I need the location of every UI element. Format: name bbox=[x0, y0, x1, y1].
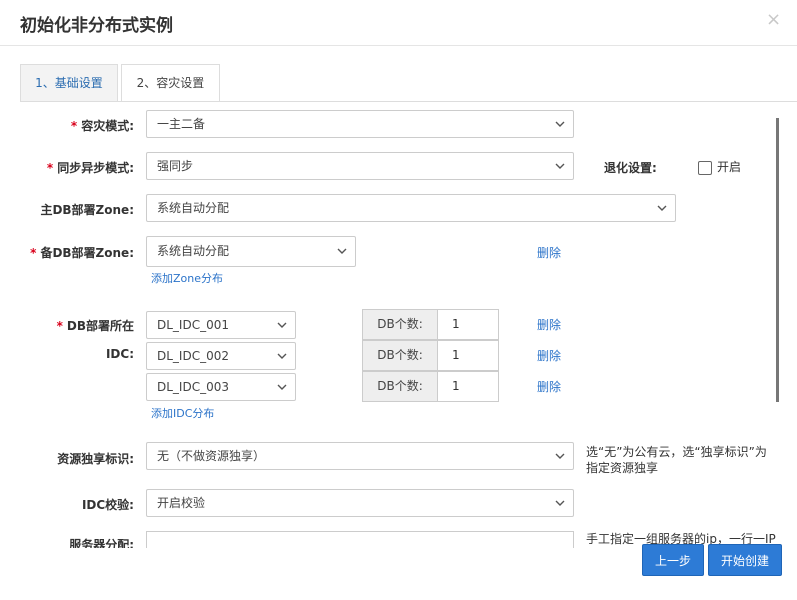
master-zone-select[interactable]: 系统自动分配 bbox=[146, 194, 676, 222]
standby-zone-select[interactable]: 系统自动分配 bbox=[146, 236, 356, 267]
close-icon[interactable]: × bbox=[766, 10, 781, 30]
sync-mode-label: * 同步异步模式: bbox=[46, 161, 134, 175]
standby-zone-delete-link[interactable]: 删除 bbox=[537, 244, 561, 261]
degrade-checkbox[interactable] bbox=[698, 161, 712, 175]
chevron-down-icon bbox=[555, 153, 567, 179]
add-idc-link[interactable]: 添加IDC分布 bbox=[151, 405, 214, 421]
chevron-down-icon bbox=[337, 237, 349, 266]
required-mark: * bbox=[70, 119, 78, 133]
idc-delete-link-1[interactable]: 删除 bbox=[537, 316, 561, 333]
idc-select-1[interactable]: DL_IDC_001 bbox=[146, 311, 296, 339]
chevron-down-icon bbox=[657, 195, 669, 221]
resource-select[interactable]: 无（不做资源独享） bbox=[146, 442, 574, 470]
db-count-label-1: DB个数: bbox=[362, 309, 438, 340]
db-count-input-1[interactable]: 1 bbox=[437, 309, 499, 340]
required-mark: * bbox=[46, 161, 54, 175]
header-divider bbox=[0, 45, 797, 46]
idc-check-select[interactable]: 开启校验 bbox=[146, 489, 574, 517]
chevron-down-icon bbox=[555, 490, 567, 516]
chevron-down-icon bbox=[555, 443, 567, 469]
add-zone-link[interactable]: 添加Zone分布 bbox=[151, 270, 223, 286]
dialog-title: 初始化非分布式实例 bbox=[20, 16, 173, 36]
idc-delete-link-3[interactable]: 删除 bbox=[537, 378, 561, 395]
required-mark: * bbox=[56, 319, 63, 333]
db-count-label-3: DB个数: bbox=[362, 371, 438, 402]
degrade-label: 退化设置: bbox=[604, 161, 657, 175]
required-mark: * bbox=[30, 246, 37, 260]
idc-label-line1: * DB部署所在 bbox=[56, 319, 134, 333]
tab-bar-divider bbox=[20, 101, 797, 102]
idc-check-label: IDC校验: bbox=[81, 498, 134, 512]
chevron-down-icon bbox=[277, 343, 289, 369]
init-instance-dialog: 初始化非分布式实例 × 1、基础设置 2、容灾设置 * 容灾模式: 一主二备 * 同… bbox=[0, 0, 797, 600]
standby-zone-label: * 备DB部署Zone: bbox=[30, 246, 134, 260]
tab-dr-settings[interactable]: 2、容灾设置 bbox=[121, 64, 220, 102]
chevron-down-icon bbox=[277, 312, 289, 338]
dr-mode-select[interactable]: 一主二备 bbox=[146, 110, 574, 138]
idc-label-line2: IDC: bbox=[105, 347, 134, 361]
prev-step-button[interactable]: 上一步 bbox=[642, 544, 704, 576]
db-count-input-2[interactable]: 1 bbox=[437, 340, 499, 371]
start-create-button[interactable]: 开始创建 bbox=[708, 544, 782, 576]
sync-mode-select[interactable]: 强同步 bbox=[146, 152, 574, 180]
resource-label: 资源独享标识: bbox=[57, 452, 134, 466]
master-zone-label: 主DB部署Zone: bbox=[40, 203, 134, 217]
idc-select-3[interactable]: DL_IDC_003 bbox=[146, 373, 296, 401]
scrollbar[interactable] bbox=[776, 118, 779, 402]
chevron-down-icon bbox=[277, 374, 289, 400]
idc-delete-link-2[interactable]: 删除 bbox=[537, 347, 561, 364]
dr-mode-label: * 容灾模式: bbox=[70, 119, 134, 133]
degrade-checkbox-label: 开启 bbox=[717, 160, 742, 174]
chevron-down-icon bbox=[555, 111, 567, 137]
idc-select-2[interactable]: DL_IDC_002 bbox=[146, 342, 296, 370]
db-count-input-3[interactable]: 1 bbox=[437, 371, 499, 402]
db-count-label-2: DB个数: bbox=[362, 340, 438, 371]
tab-basic-settings[interactable]: 1、基础设置 bbox=[20, 64, 118, 101]
resource-hint: 选“无”为公有云，选“独享标识”为指定资源独享 bbox=[586, 445, 767, 475]
